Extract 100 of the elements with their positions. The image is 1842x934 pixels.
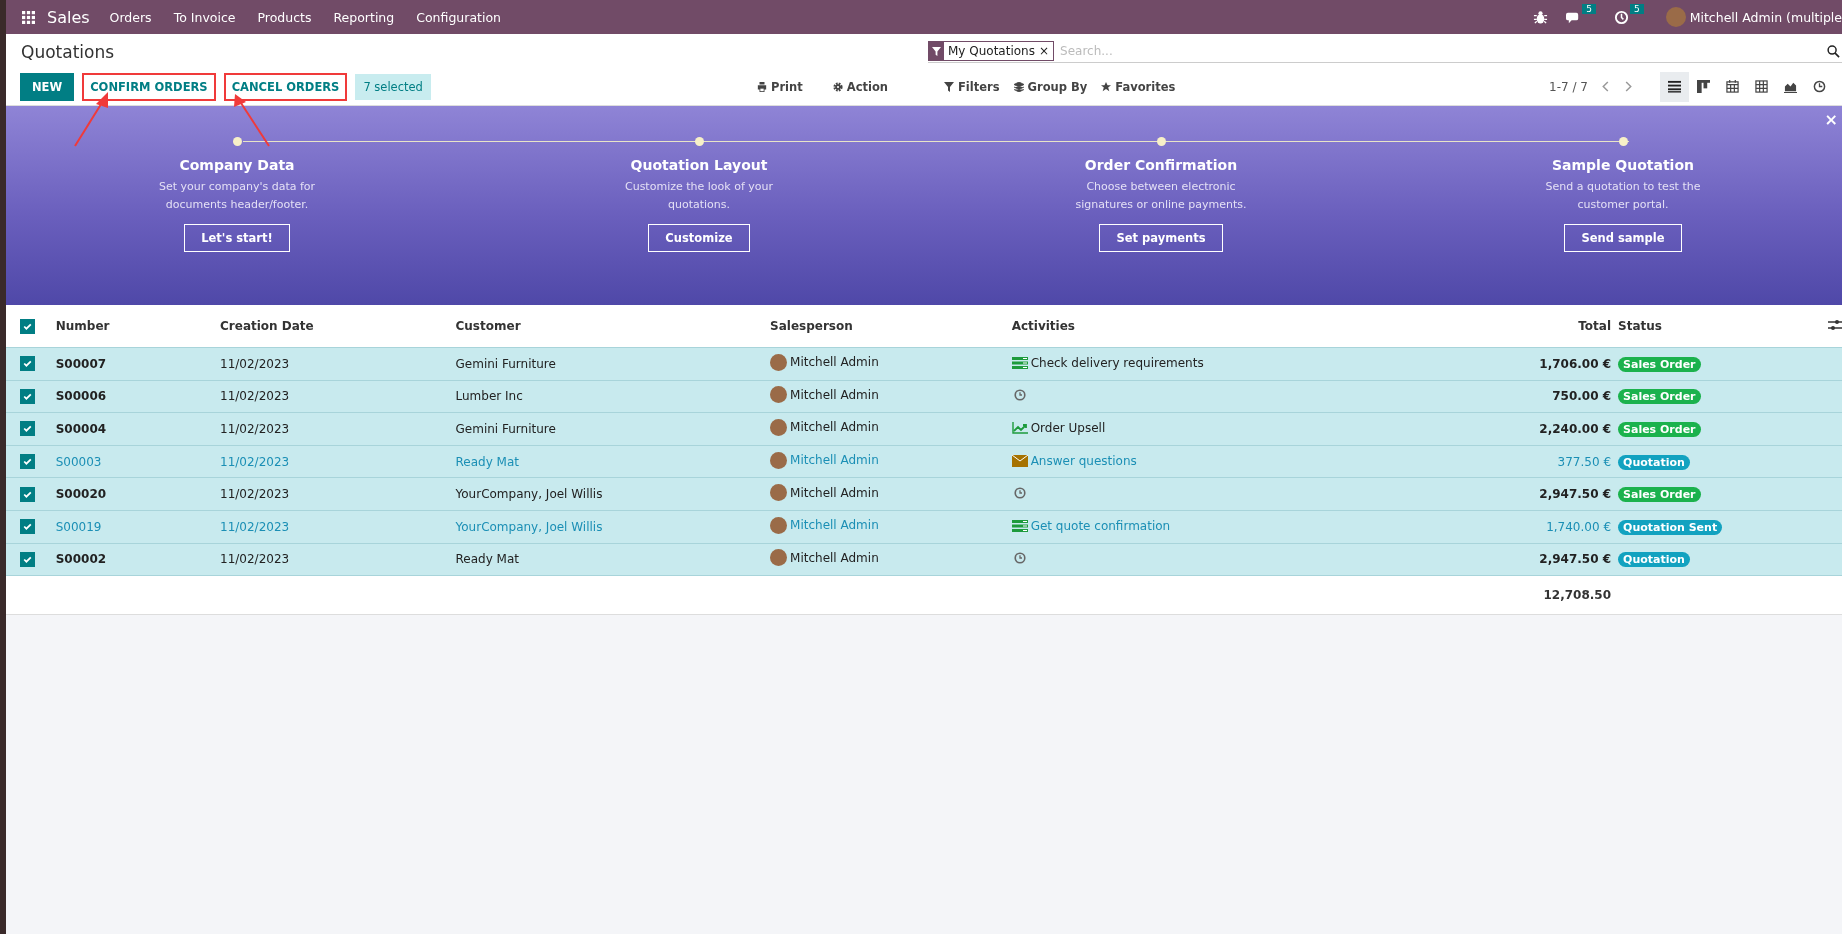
order-number: S00006 [55, 389, 107, 404]
filter-facet-icon [928, 41, 944, 61]
app-grid-icon[interactable] [22, 10, 35, 24]
menu-item[interactable]: Configuration [416, 9, 501, 25]
envelope-icon[interactable] [1011, 454, 1028, 467]
favorites-menu[interactable]: Favorites [1101, 79, 1176, 94]
step-dot-icon [232, 137, 242, 146]
action-button[interactable]: NEW [20, 72, 75, 101]
bug-icon[interactable] [1533, 9, 1549, 25]
row-checkbox[interactable] [20, 486, 35, 502]
step-title: Company Data [179, 156, 295, 173]
status-badge: Sales Order [1618, 356, 1701, 372]
row-checkbox[interactable] [20, 388, 35, 404]
menu-item[interactable]: To Invoice [173, 9, 236, 25]
search-icon[interactable] [1827, 44, 1840, 58]
todo-list-icon[interactable] [1011, 519, 1028, 532]
funnel-icon[interactable] [944, 81, 954, 92]
step-button[interactable]: Send sample [1564, 223, 1682, 252]
action-button[interactable]: CANCEL ORDERS [223, 72, 348, 101]
avatar-icon [770, 353, 788, 371]
status-badge: Sales Order [1618, 487, 1701, 503]
menu-item[interactable]: Reporting [333, 9, 395, 25]
print-menu[interactable]: Print [757, 79, 803, 94]
activity-summary: Get quote confirmation [1030, 518, 1171, 533]
step-button[interactable]: Set payments [1099, 223, 1223, 252]
action-menu[interactable]: Action [832, 79, 888, 94]
message-count: 5 [1582, 3, 1596, 14]
salesperson-name: Mitchell Admin [790, 355, 879, 370]
user-name[interactable]: Mitchell Admin (multiple [1689, 9, 1842, 25]
step-description: Send a quotation to test the customer portal. [1544, 178, 1702, 213]
creation-date: 11/02/2023 [220, 519, 290, 534]
pager: 1-7 / 7 [1549, 79, 1588, 94]
row-checkbox[interactable] [20, 454, 35, 470]
gear-icon[interactable] [832, 81, 843, 92]
salesperson-name: Mitchell Admin [790, 453, 879, 468]
row-checkbox[interactable] [20, 421, 35, 437]
selection-count: 7 selected [355, 73, 431, 100]
printer-icon[interactable] [757, 81, 767, 92]
layers-icon[interactable] [1013, 81, 1024, 92]
step-button[interactable]: Let's start! [184, 223, 290, 252]
checkmark-icon [22, 423, 33, 435]
group-by-menu[interactable]: Group By [1013, 79, 1088, 94]
step-title: Order Confirmation [1084, 156, 1238, 173]
status-badge: Sales Order [1618, 422, 1701, 437]
page-title: Quotations [20, 41, 116, 64]
order-total: 750.00 € [1552, 389, 1612, 404]
salesperson-name: Mitchell Admin [790, 420, 879, 435]
customer-name: Gemini Furniture [455, 356, 556, 371]
menu-item[interactable]: Orders [109, 9, 152, 25]
select-all-checkbox[interactable] [20, 318, 35, 334]
app-name[interactable]: Sales [47, 7, 90, 27]
column-header[interactable]: Salesperson [769, 305, 1011, 348]
column-settings-icon[interactable] [1828, 318, 1842, 331]
next-icon[interactable] [1624, 81, 1632, 92]
customer-name: YourCompany, Joel Willis [455, 487, 603, 502]
avatar-icon [770, 386, 788, 404]
salesperson-name: Mitchell Admin [790, 387, 879, 402]
checkmark-icon [22, 521, 33, 533]
previous-icon[interactable] [1602, 81, 1610, 92]
row-checkbox[interactable] [20, 356, 35, 372]
order-number: S00020 [55, 487, 107, 502]
action-button[interactable]: CONFIRM ORDERS [82, 72, 216, 101]
row-checkbox[interactable] [20, 519, 35, 535]
total-sum: 12,708.50 [1543, 588, 1612, 603]
creation-date: 11/02/2023 [220, 356, 290, 371]
checkmark-icon [22, 358, 33, 370]
column-header[interactable]: Creation Date [219, 305, 455, 348]
filters-menu[interactable]: Filters [944, 79, 1000, 94]
row-checkbox[interactable] [20, 551, 35, 567]
column-header[interactable]: Activities [1010, 305, 1432, 348]
step-dot-icon [1618, 137, 1628, 146]
clock-icon[interactable] [1013, 551, 1026, 564]
creation-date: 11/02/2023 [220, 552, 290, 567]
clock-icon[interactable] [1013, 486, 1026, 499]
salesperson-name: Mitchell Admin [790, 485, 879, 500]
step-button[interactable]: Customize [648, 223, 750, 252]
list-view-icon[interactable] [1660, 71, 1689, 102]
creation-date: 11/02/2023 [220, 487, 290, 502]
order-total: 2,947.50 € [1539, 552, 1612, 567]
step-title: Quotation Layout [630, 156, 768, 173]
avatar-icon [770, 516, 788, 534]
salesperson-name: Mitchell Admin [790, 550, 879, 565]
clock-icon[interactable] [1013, 388, 1026, 401]
order-number: S00007 [55, 356, 107, 371]
column-header[interactable]: Total [1431, 305, 1618, 348]
order-total: 1,740.00 € [1546, 519, 1612, 534]
todo-list-icon[interactable] [1011, 356, 1028, 369]
order-total: 1,706.00 € [1539, 356, 1612, 371]
menu-item[interactable]: Products [257, 9, 312, 25]
column-header[interactable]: Number [54, 305, 220, 348]
customer-name: Gemini Furniture [455, 422, 556, 436]
avatar-icon [770, 419, 788, 436]
line-chart-icon[interactable] [1011, 422, 1028, 434]
step-description: Choose between electronic signatures or online payments. [1074, 178, 1248, 213]
column-header[interactable]: Status [1617, 305, 1827, 348]
order-number: S00004 [55, 422, 107, 436]
avatar-icon [770, 484, 788, 502]
activity-summary: Answer questions [1030, 453, 1137, 468]
column-header[interactable]: Customer [454, 305, 770, 348]
star-icon[interactable] [1101, 81, 1112, 92]
